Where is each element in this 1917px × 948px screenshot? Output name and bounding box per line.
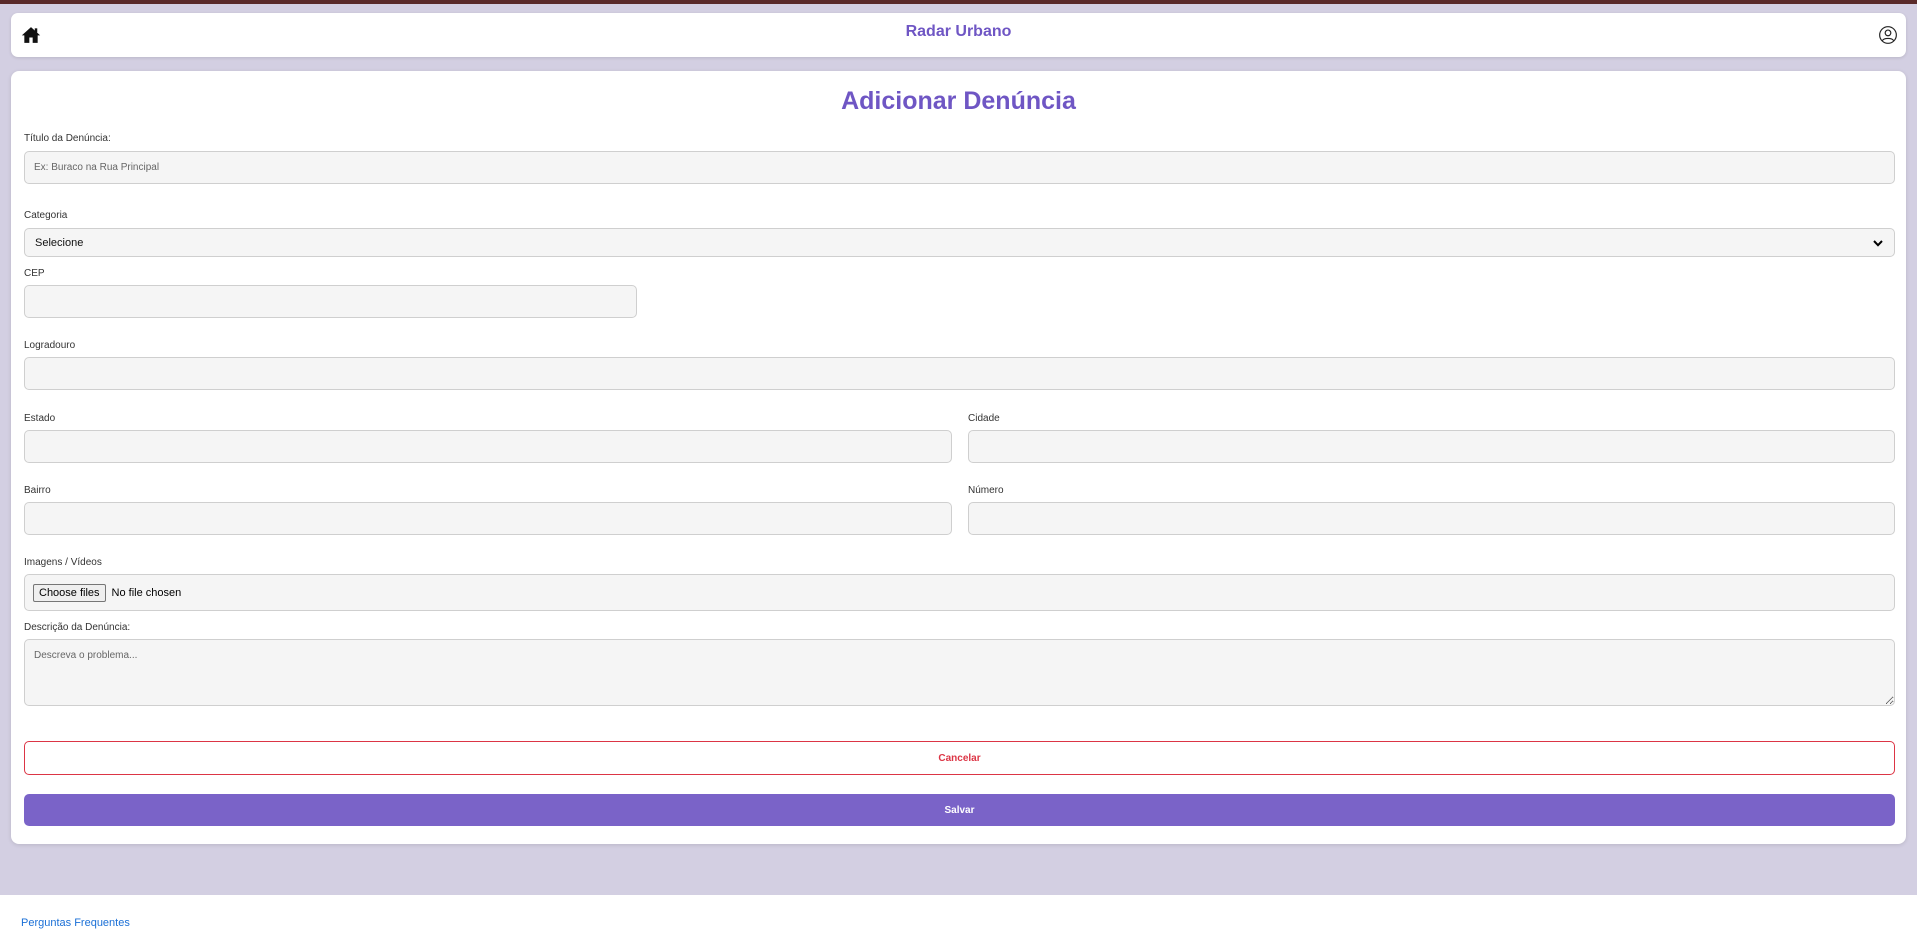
categoria-label: Categoria (24, 210, 68, 221)
titulo-input[interactable] (24, 151, 1895, 184)
logradouro-input[interactable] (24, 357, 1895, 390)
midia-file-input[interactable]: Choose files No file chosen (24, 574, 1895, 611)
cidade-label: Cidade (968, 413, 1000, 424)
titulo-label: Título da Denúncia: (24, 133, 111, 144)
bairro-input[interactable] (24, 502, 952, 535)
brand-title: Radar Urbano (905, 23, 1012, 40)
midia-label: Imagens / Vídeos (24, 557, 102, 568)
cep-input[interactable] (24, 285, 637, 318)
top-header: Radar Urbano (11, 13, 1906, 57)
estado-label: Estado (24, 413, 56, 424)
form-card: Adicionar Denúncia Título da Denúncia: C… (11, 71, 1906, 844)
chevron-down-icon (1872, 237, 1884, 249)
faq-link[interactable]: Perguntas Frequentes (21, 917, 130, 929)
categoria-selected-value: Selecione (35, 236, 84, 249)
descricao-textarea[interactable] (24, 639, 1895, 706)
user-circle-icon[interactable] (1878, 25, 1898, 45)
numero-input[interactable] (968, 502, 1895, 535)
footer: Perguntas Frequentes (0, 895, 1917, 948)
save-button[interactable]: Salvar (24, 794, 1895, 826)
bairro-label: Bairro (24, 485, 51, 496)
top-accent-bar (0, 0, 1917, 4)
numero-label: Número (968, 485, 1004, 496)
logradouro-label: Logradouro (24, 340, 76, 351)
page-title: Adicionar Denúncia (841, 87, 1076, 115)
estado-input[interactable] (24, 430, 952, 463)
cidade-input[interactable] (968, 430, 1895, 463)
choose-files-button[interactable]: Choose files (33, 583, 106, 602)
cep-label: CEP (24, 268, 45, 279)
file-status-text: No file chosen (111, 586, 182, 599)
categoria-select[interactable]: Selecione (24, 228, 1895, 257)
descricao-label: Descrição da Denúncia: (24, 622, 131, 633)
cancel-button[interactable]: Cancelar (24, 741, 1895, 775)
